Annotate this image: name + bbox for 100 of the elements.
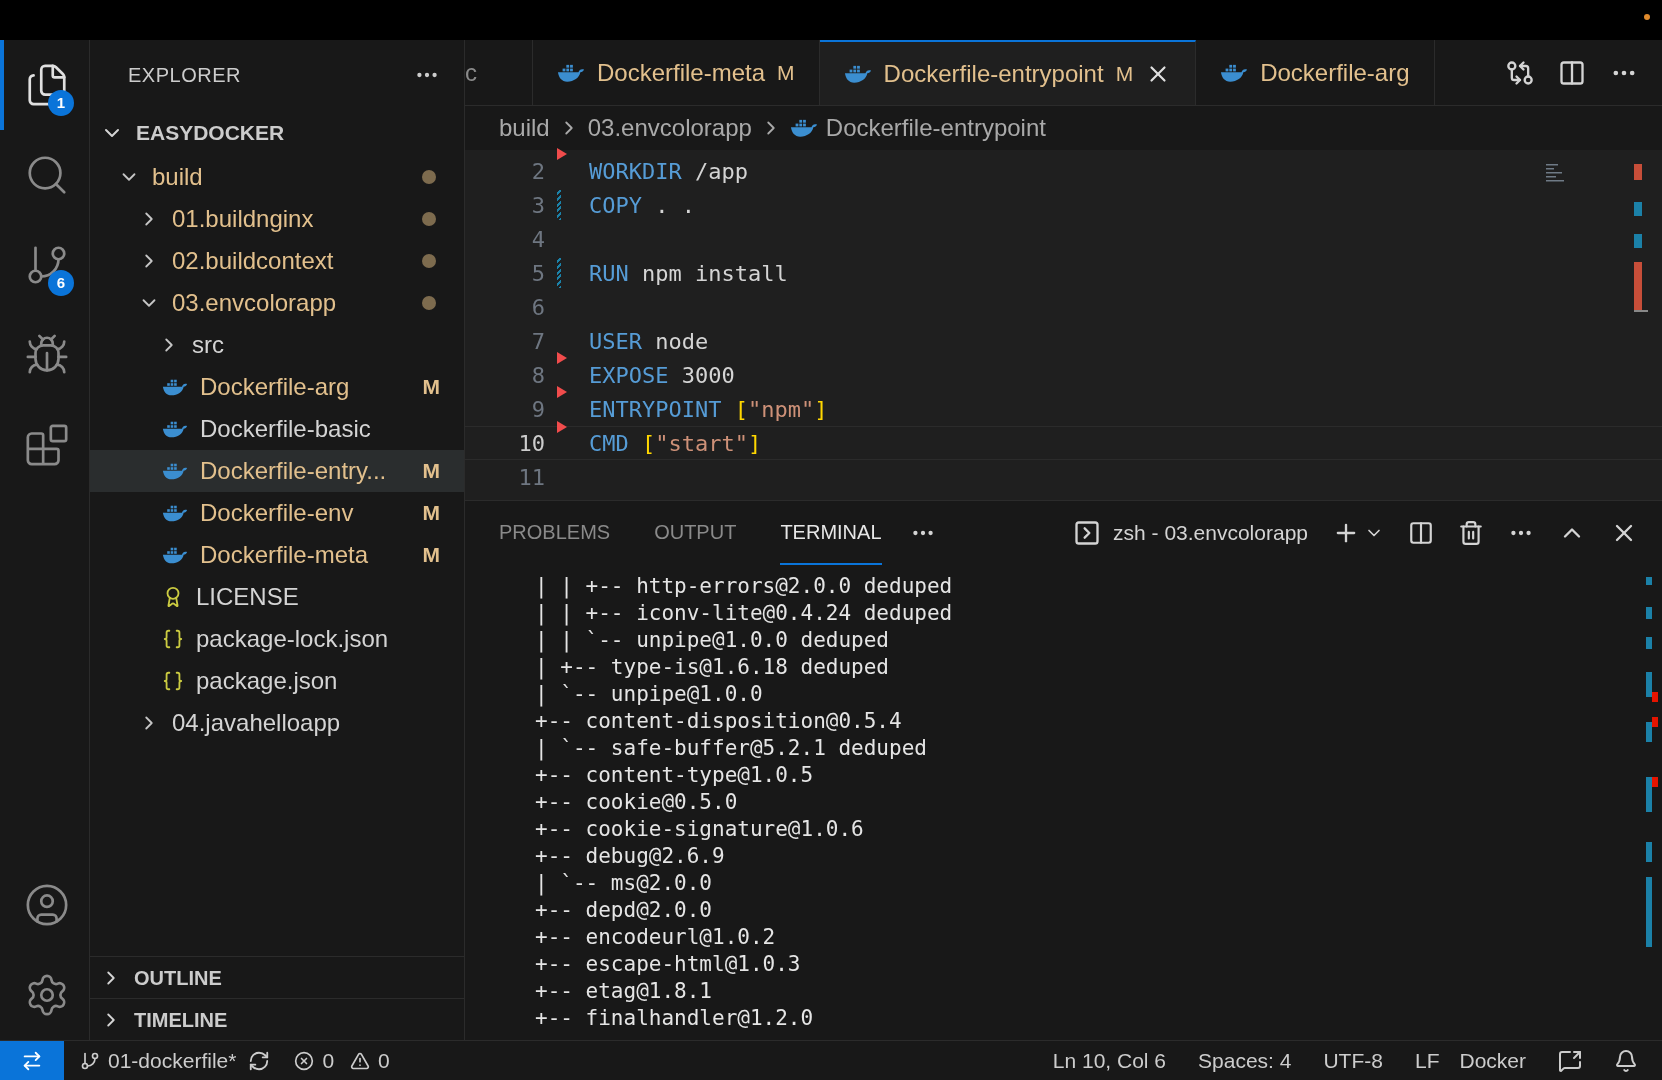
terminal-line: | | +-- iconv-lite@0.4.24 deduped: [535, 600, 953, 627]
code-line: COPY . .: [589, 191, 695, 220]
terminal-line: | | +-- http-errors@2.0.0 deduped: [535, 573, 953, 600]
problems-indicator[interactable]: 0 0: [294, 1044, 390, 1077]
section-title: OUTLINE: [134, 965, 222, 991]
file-name: Dockerfile-env: [200, 498, 354, 528]
line-number: 3: [530, 191, 545, 220]
tree-item[interactable]: build: [90, 156, 464, 198]
modified-label: M: [422, 500, 440, 527]
editor-tab[interactable]: Dockerfile-entrypoint M: [819, 40, 1197, 105]
sync-icon[interactable]: [248, 1049, 271, 1072]
file-name: 01.buildnginx: [172, 204, 314, 234]
modified-label: M: [777, 59, 795, 86]
breadcrumb-item[interactable]: Dockerfile-entrypoint: [825, 110, 1046, 146]
line-number: 4: [530, 225, 545, 254]
section-header[interactable]: OUTLINE: [90, 956, 464, 998]
line-ending[interactable]: LF: [1414, 1044, 1440, 1077]
cursor-position[interactable]: Ln 10, Col 6: [1052, 1044, 1167, 1077]
whale-icon: [1220, 62, 1249, 83]
folder-name: EASYDOCKER: [136, 120, 285, 147]
terminal-line: +-- content-disposition@0.5.4: [535, 708, 902, 735]
file-name: 04.javahelloapp: [172, 708, 341, 738]
warning-icon: [350, 1050, 371, 1071]
line-number: 9: [530, 395, 545, 424]
file-name: build: [152, 162, 203, 192]
code-line: USER node: [589, 327, 709, 356]
panel-tab[interactable]: PROBLEMS: [499, 501, 611, 565]
whale-icon: [789, 118, 818, 138]
file-name: Dockerfile-meta: [200, 540, 369, 570]
modified-label: M: [422, 374, 440, 401]
terminal-line: | `-- unpipe@1.0.0: [535, 681, 763, 708]
extensions-icon: [24, 422, 70, 468]
panel-tab[interactable]: TERMINAL: [780, 501, 882, 565]
whale-icon: [557, 62, 585, 83]
editor-tab[interactable]: c: [465, 40, 533, 105]
feedback-icon[interactable]: [1558, 1048, 1582, 1073]
language-mode[interactable]: Docker: [1459, 1044, 1526, 1077]
tree-item[interactable]: Dockerfile-meta M: [90, 534, 464, 576]
terminal-selector[interactable]: zsh - 03.envcolorapp: [1073, 517, 1308, 549]
terminal-line: +-- etag@1.8.1: [535, 978, 712, 1005]
terminal-line: +-- finalhandler@1.2.0: [535, 1005, 814, 1032]
tree-item[interactable]: package-lock.json: [90, 618, 464, 660]
split-editor-icon[interactable]: [1558, 58, 1586, 87]
branch-button[interactable]: 6: [0, 220, 90, 310]
file-name: Dockerfile-basic: [200, 414, 371, 444]
terminal-line: | `-- safe-buffer@5.2.1 deduped: [535, 735, 927, 762]
remote-button[interactable]: [0, 1041, 64, 1080]
tree-item[interactable]: 02.buildcontext: [90, 240, 464, 282]
tree-item[interactable]: 04.javahelloapp: [90, 702, 464, 744]
file-name: 02.buildcontext: [172, 246, 334, 276]
file-name: package-lock.json: [196, 624, 389, 654]
editor-tab[interactable]: Dockerfile-meta M: [533, 40, 820, 105]
sidebar-title: EXPLORER: [128, 63, 241, 88]
file-name: src: [192, 330, 224, 360]
tree-item[interactable]: Dockerfile-basic: [90, 408, 464, 450]
tree-item[interactable]: Dockerfile-entry... M: [90, 450, 464, 492]
breadcrumb-item[interactable]: build: [499, 110, 550, 146]
terminal-line: +-- escape-html@1.0.3: [535, 951, 801, 978]
tree-item[interactable]: Dockerfile-arg M: [90, 366, 464, 408]
breadcrumb-item[interactable]: 03.envcolorapp: [587, 110, 752, 146]
code-line: EXPOSE 3000: [589, 361, 735, 390]
modified-label: M: [1115, 60, 1134, 87]
tree-item[interactable]: src: [90, 324, 464, 366]
tree-item[interactable]: LICENSE: [90, 576, 464, 618]
folder-header[interactable]: EASYDOCKER: [90, 110, 464, 156]
panel-tab[interactable]: OUTPUT: [654, 501, 737, 565]
compare-icon[interactable]: [1506, 58, 1534, 87]
terminal-line: +-- cookie@0.5.0: [535, 789, 738, 816]
minimap-drawing: [1546, 164, 1566, 182]
remote-icon: [21, 1049, 43, 1072]
branch-icon: [80, 1050, 100, 1071]
file-name: Dockerfile-entry...: [200, 456, 387, 486]
split-terminal-icon[interactable]: [1408, 520, 1434, 546]
tree-item[interactable]: Dockerfile-env M: [90, 492, 464, 534]
tree-item[interactable]: 01.buildnginx: [90, 198, 464, 240]
braces-icon: [162, 670, 184, 692]
whale-icon: [162, 377, 188, 397]
trash-icon[interactable]: [1458, 520, 1484, 546]
modified-label: M: [422, 542, 440, 569]
encoding[interactable]: UTF-8: [1323, 1044, 1383, 1077]
tree-item[interactable]: 03.envcolorapp: [90, 282, 464, 324]
terminal-line: +-- encodeurl@1.0.2: [535, 924, 776, 951]
file-name: 03.envcolorapp: [172, 288, 337, 318]
terminal-line: | | `-- unpipe@1.0.0 deduped: [535, 627, 889, 654]
tree-item[interactable]: package.json: [90, 660, 464, 702]
line-number: 6: [530, 293, 545, 322]
whale-icon: [843, 63, 872, 84]
branch-indicator[interactable]: 01-dockerfile*: [80, 1044, 237, 1077]
terminal-line: +-- content-type@1.0.5: [535, 762, 814, 789]
file-name: Dockerfile-arg: [200, 372, 350, 402]
indentation[interactable]: Spaces: 4: [1198, 1044, 1292, 1077]
terminal-icon: [1073, 519, 1102, 547]
line-number: 8: [530, 361, 545, 390]
bell-icon[interactable]: [1614, 1048, 1638, 1073]
line-number: 11: [517, 463, 545, 492]
section-title: TIMELINE: [134, 1007, 228, 1033]
code-line: WORKDIR /app: [589, 157, 748, 186]
whale-icon: [162, 545, 188, 565]
editor-tab[interactable]: Dockerfile-arg: [1196, 40, 1435, 105]
count-badge: 1: [48, 90, 74, 116]
